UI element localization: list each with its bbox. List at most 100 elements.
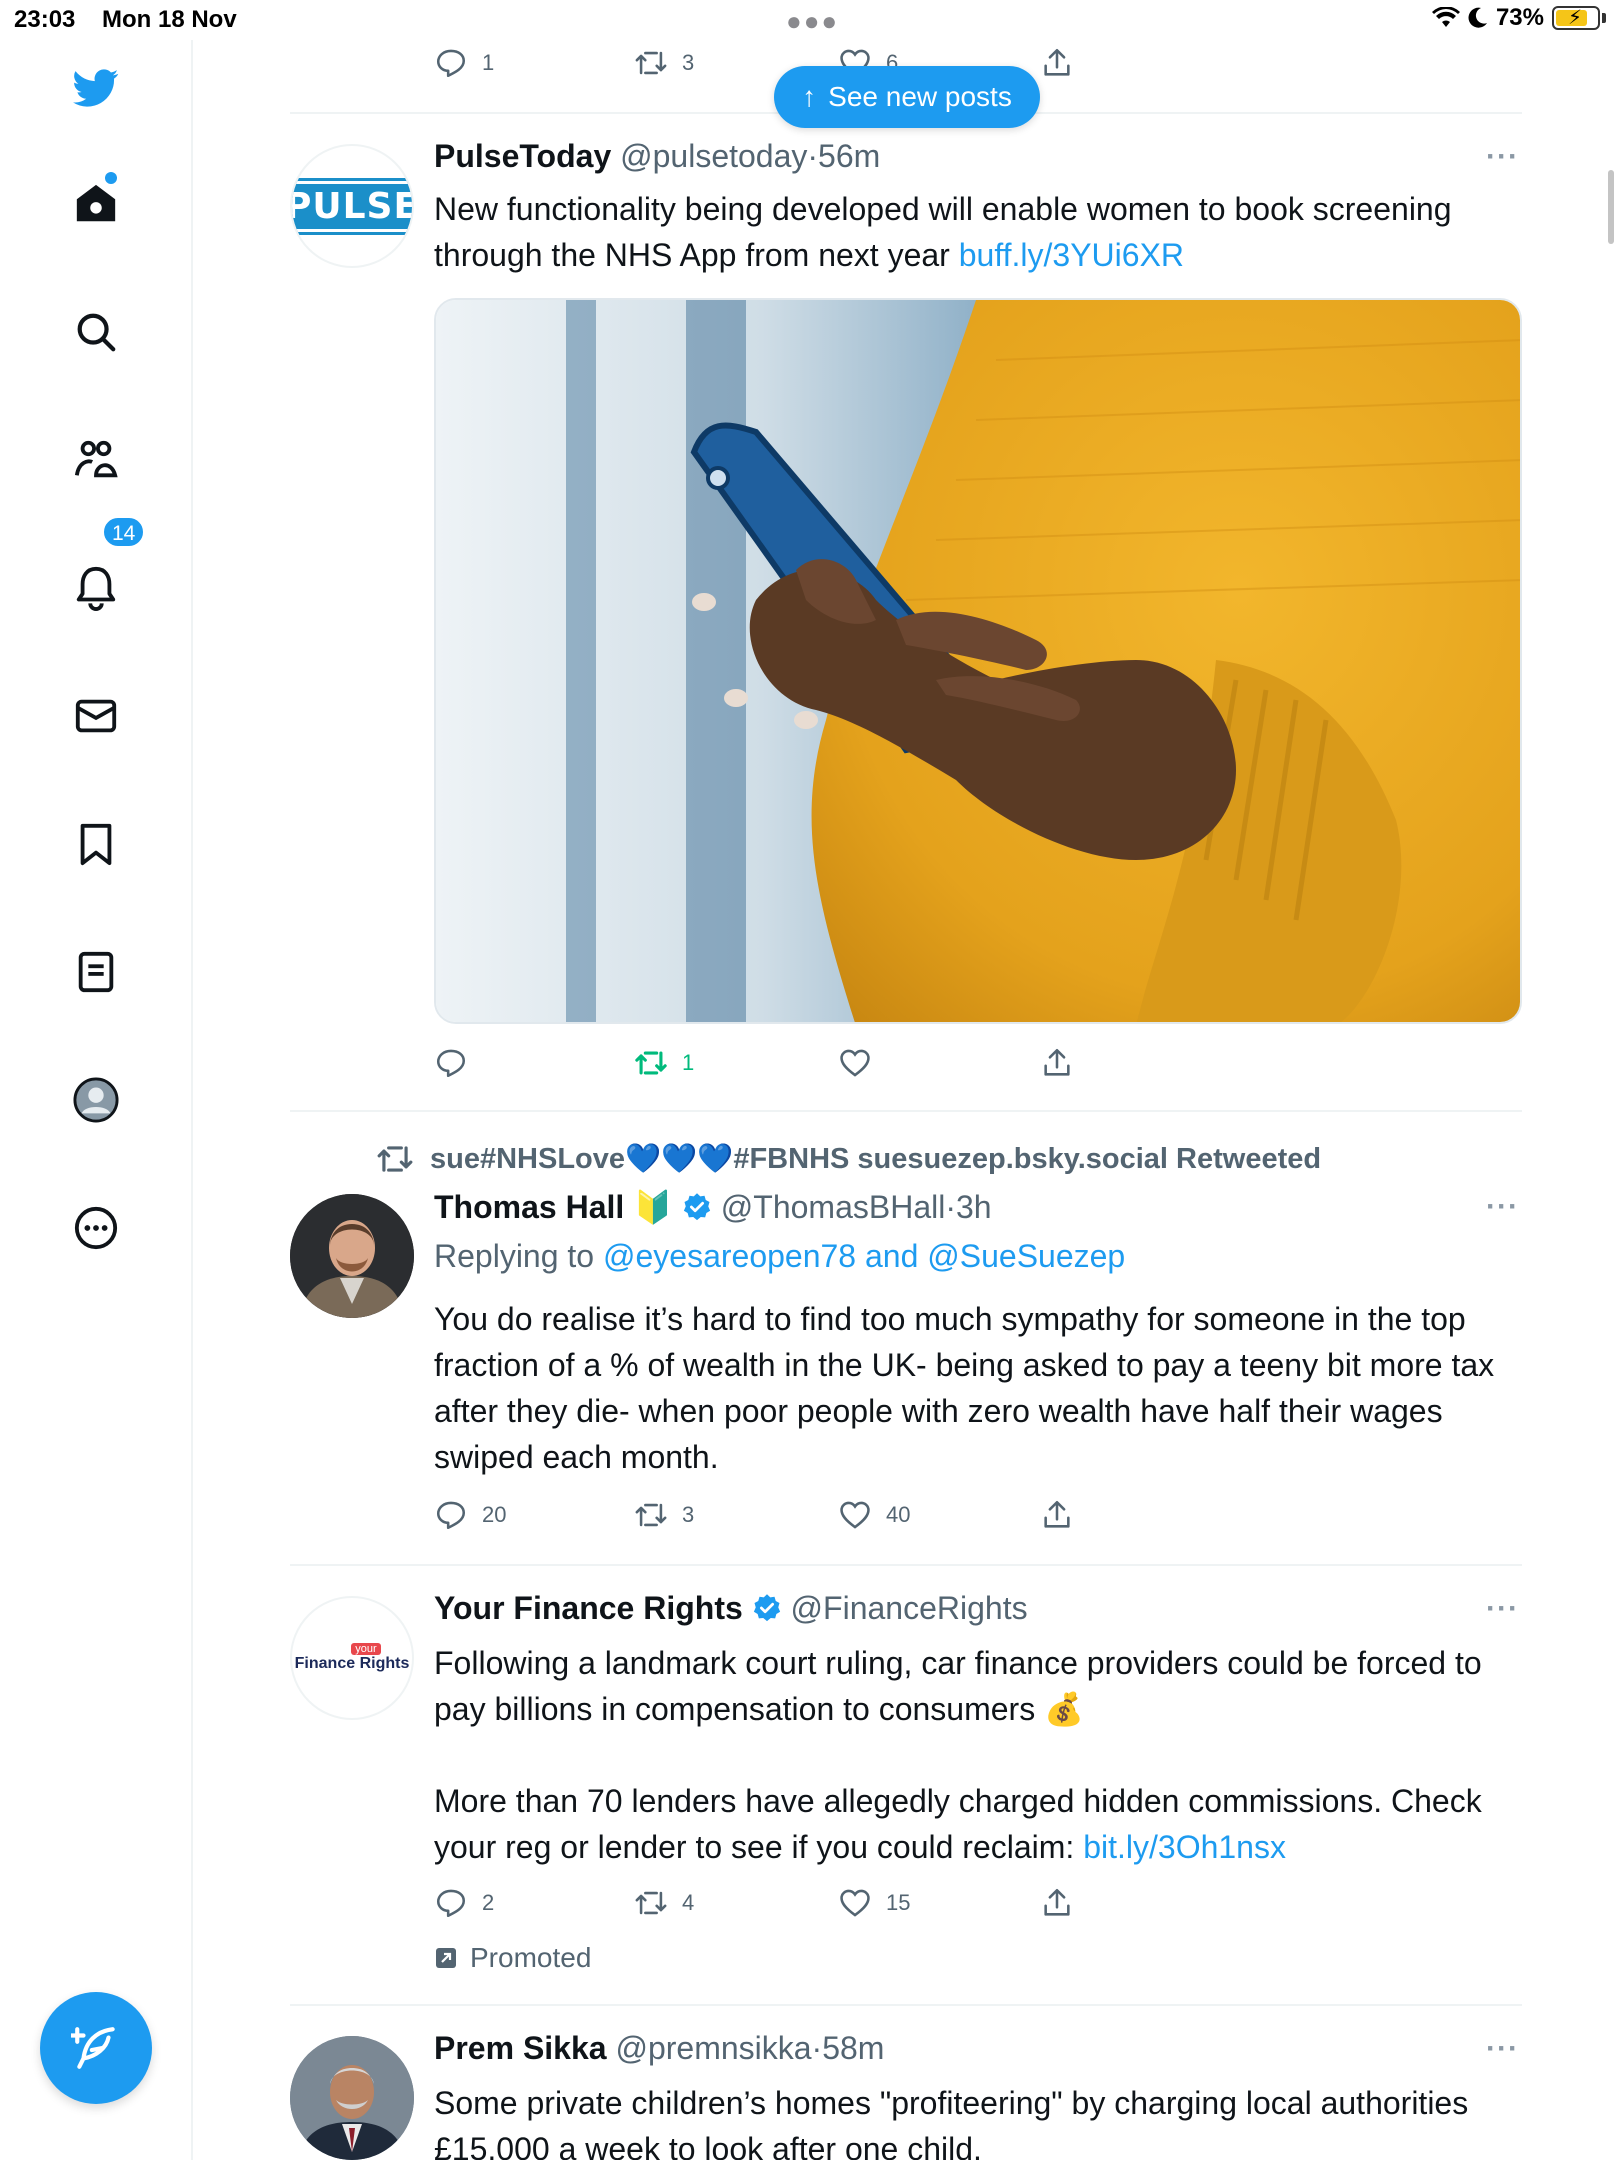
- nav-search[interactable]: [66, 302, 126, 362]
- verified-badge-icon: [753, 1594, 780, 1622]
- promoted-icon: [436, 1948, 456, 1968]
- avatar[interactable]: your Finance Rights: [290, 1596, 414, 1720]
- tweet-text-2: More than 70 lenders have allegedly char…: [434, 1783, 1482, 1865]
- home-icon: [76, 184, 116, 222]
- retweet-count: 4: [682, 1890, 695, 1915]
- reply-button[interactable]: 2: [434, 1886, 494, 1920]
- tweet-header: Thomas Hall 🔰 @ThomasBHall·3h: [434, 1189, 992, 1225]
- like-button[interactable]: 40: [838, 1498, 910, 1532]
- avatar[interactable]: [290, 1194, 414, 1318]
- reply-count: 2: [482, 1890, 495, 1915]
- mail-icon: [75, 699, 117, 733]
- more-options-icon[interactable]: ···: [1486, 140, 1519, 174]
- compose-feather-icon: [71, 2027, 115, 2069]
- status-bar: 23:03 Mon 18 Nov ●●● 73% ⚡: [0, 0, 1620, 40]
- heart-icon: [840, 1501, 870, 1529]
- clock: 23:03: [14, 6, 76, 33]
- bell-icon: [76, 566, 116, 611]
- prev-share-button[interactable]: [1040, 46, 1074, 80]
- nav-lists[interactable]: [66, 942, 126, 1002]
- timestamp[interactable]: 3h: [956, 1189, 992, 1225]
- handle[interactable]: @ThomasBHall: [721, 1189, 946, 1225]
- handle[interactable]: @FinanceRights: [791, 1590, 1028, 1626]
- reply-button[interactable]: 20: [434, 1498, 506, 1532]
- promoted-label: Promoted: [434, 1942, 591, 1974]
- verified-badge-icon: [683, 1193, 711, 1221]
- nav-notifications[interactable]: [66, 558, 126, 618]
- nav-bookmarks[interactable]: [66, 814, 126, 874]
- retweet-icon: [635, 51, 667, 75]
- handle[interactable]: @pulsetoday: [620, 138, 807, 174]
- search-icon: [77, 313, 116, 352]
- retweet-icon: [635, 1051, 667, 1075]
- arrow-up-icon: ↑: [802, 81, 817, 112]
- see-new-posts-button[interactable]: ↑ See new posts: [774, 66, 1040, 128]
- display-name[interactable]: Thomas Hall: [434, 1189, 624, 1225]
- reply-icon: [436, 1889, 466, 1918]
- reply-icon: [436, 1049, 466, 1078]
- share-button[interactable]: [1040, 1886, 1074, 1920]
- tweet-text: New functionality being developed will e…: [434, 191, 1452, 273]
- divider: [290, 1564, 1522, 1566]
- tweet-text: You do realise it’s hard to find too muc…: [434, 1301, 1495, 1475]
- handle[interactable]: @premnsikka: [615, 2030, 811, 2066]
- compose-button[interactable]: [40, 1992, 152, 2104]
- communities-icon: [74, 440, 118, 478]
- share-icon: [1044, 1048, 1070, 1076]
- reply-icon: [436, 49, 466, 78]
- retweet-button[interactable]: 1: [634, 1046, 694, 1080]
- retweet-count: 1: [682, 1050, 695, 1075]
- twitter-logo-icon[interactable]: [66, 58, 126, 118]
- pulse-logo: PULSE: [292, 177, 412, 235]
- prev-reply-button[interactable]: 1: [434, 46, 494, 80]
- display-name[interactable]: Your Finance Rights: [434, 1590, 743, 1626]
- nav-communities[interactable]: [66, 430, 126, 490]
- reply-count: 20: [482, 1502, 507, 1527]
- nav-profile[interactable]: [66, 1070, 126, 1130]
- like-button[interactable]: [838, 1046, 886, 1080]
- more-circle-icon: [74, 1206, 118, 1250]
- like-count: 40: [886, 1502, 911, 1527]
- display-name[interactable]: Prem Sikka: [434, 2030, 607, 2066]
- more-options-icon[interactable]: ···: [1486, 1592, 1519, 1626]
- nav-more[interactable]: [66, 1198, 126, 1258]
- share-icon: [1044, 48, 1070, 76]
- scrollbar[interactable]: [1608, 170, 1614, 244]
- avatar-text-bottom: Finance Rights: [294, 1655, 410, 1672]
- display-name[interactable]: PulseToday: [434, 138, 611, 174]
- tweet-header: Prem Sikka @premnsikka·58m: [434, 2030, 885, 2066]
- wifi-icon: [1431, 7, 1460, 27]
- replying-to-users[interactable]: @eyesareopen78 and @SueSuezep: [603, 1238, 1125, 1274]
- share-icon: [1044, 1888, 1070, 1916]
- share-button[interactable]: [1040, 1046, 1074, 1080]
- like-button[interactable]: 15: [838, 1886, 910, 1920]
- tweet-link[interactable]: bit.ly/3Oh1nsx: [1083, 1829, 1286, 1865]
- more-options-icon[interactable]: ···: [1486, 1190, 1519, 1224]
- retweet-button[interactable]: 4: [634, 1886, 694, 1920]
- nav-home[interactable]: [66, 174, 126, 234]
- reply-icon: [436, 1501, 466, 1530]
- tweet-header: Your Finance Rights @FinanceRights: [434, 1590, 1028, 1627]
- tweet-image[interactable]: [434, 298, 1522, 1024]
- home-unread-dot: [105, 172, 117, 184]
- retweet-context[interactable]: sue#NHSLove💙💙💙#FBNHS suesuezep.bsky.soci…: [376, 1140, 1321, 1178]
- reply-count: 1: [482, 50, 495, 75]
- replying-to: Replying to @eyesareopen78 and @SueSueze…: [434, 1238, 1126, 1274]
- heart-icon: [840, 1049, 870, 1077]
- multitasking-dots-icon[interactable]: ●●●: [786, 6, 839, 37]
- retweet-button[interactable]: 3: [634, 1498, 694, 1532]
- more-options-icon[interactable]: ···: [1486, 2032, 1519, 2066]
- tweet-link[interactable]: buff.ly/3YUi6XR: [959, 237, 1184, 273]
- retweet-icon: [377, 1146, 413, 1172]
- share-button[interactable]: [1040, 1498, 1074, 1532]
- date: Mon 18 Nov: [102, 6, 237, 33]
- status-icons: 73% ⚡: [1431, 4, 1606, 32]
- avatar[interactable]: PULSE: [290, 144, 414, 268]
- timestamp[interactable]: 58m: [822, 2030, 884, 2066]
- beginner-mark-emoji: 🔰: [633, 1189, 673, 1225]
- nav-messages[interactable]: [66, 686, 126, 746]
- prev-retweet-button[interactable]: 3: [634, 46, 694, 80]
- reply-button[interactable]: [434, 1046, 482, 1080]
- avatar[interactable]: [290, 2036, 414, 2160]
- timestamp[interactable]: 56m: [818, 138, 880, 174]
